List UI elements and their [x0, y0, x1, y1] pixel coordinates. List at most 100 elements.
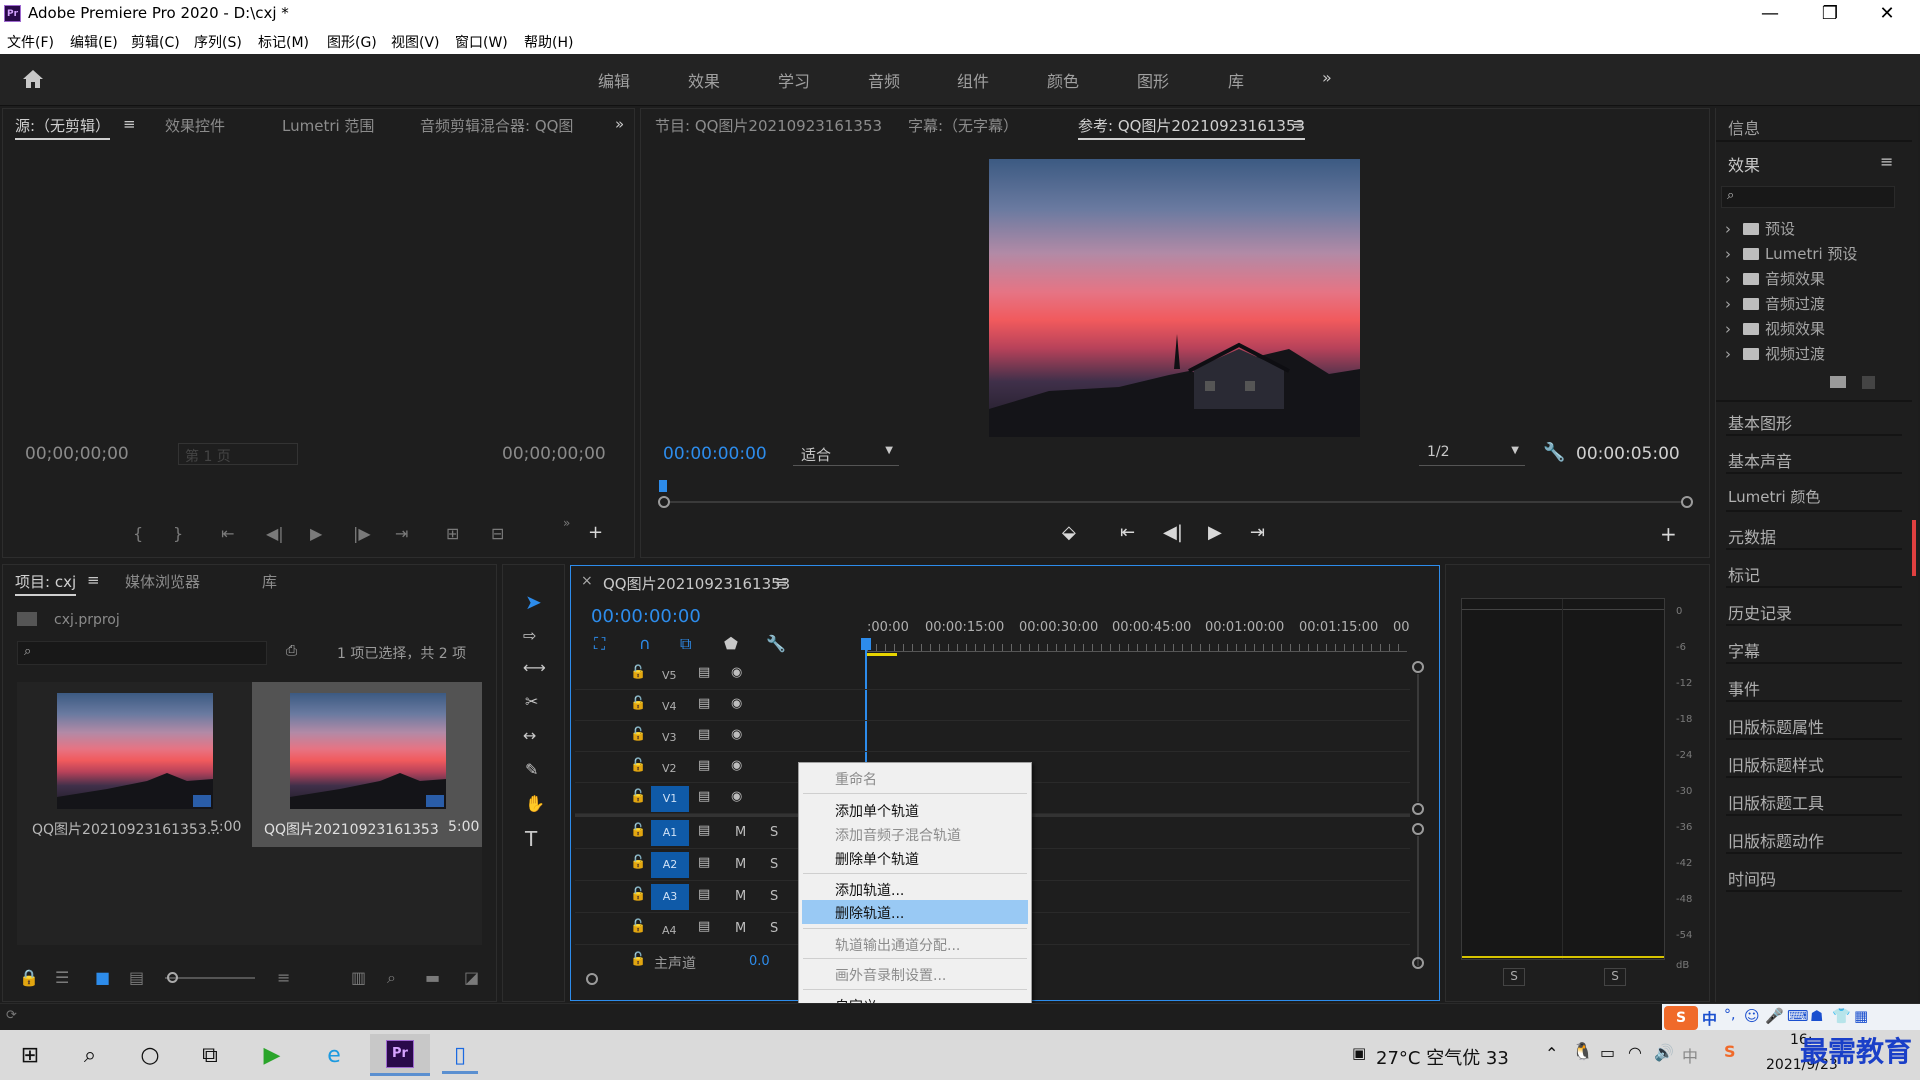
right-panel-scrollbar[interactable] — [1912, 520, 1916, 576]
panel-timecode[interactable]: 时间码 — [1726, 860, 1902, 892]
tab-libraries[interactable]: 库 — [262, 571, 277, 592]
tab-effect-controls[interactable]: 效果控件 — [165, 115, 225, 136]
workspace-audio[interactable]: 音频 — [868, 68, 900, 92]
qq-tray-icon[interactable]: 🐧 — [1572, 1042, 1593, 1062]
toolbox-icon[interactable]: ▦ — [1854, 1007, 1868, 1025]
tray-ime-mode[interactable]: 中 — [1682, 1043, 1698, 1067]
panel-captions[interactable]: 字幕 — [1726, 632, 1902, 664]
source-tab-menu-icon[interactable]: ≡ — [123, 115, 136, 133]
ripple-edit-tool-icon[interactable]: ⟷ — [523, 658, 546, 677]
meter-solo-right-button[interactable]: S — [1604, 968, 1626, 986]
source-patch-v1[interactable]: V1 — [651, 786, 689, 812]
overwrite-icon[interactable]: ⊟ — [491, 524, 504, 543]
timeline-vertical-scroll[interactable] — [1412, 660, 1424, 970]
solo-button[interactable]: S — [770, 857, 778, 872]
panel-legacy-title-styles[interactable]: 旧版标题样式 — [1726, 746, 1902, 778]
timeline-settings-wrench-icon[interactable]: 🔧 — [766, 634, 786, 653]
menu-marker[interactable]: 标记(M) — [258, 32, 309, 52]
linked-selection-icon[interactable]: ⧉ — [680, 634, 691, 654]
menu-sequence[interactable]: 序列(S) — [194, 32, 242, 52]
scroll-handle-bottom[interactable] — [1412, 803, 1424, 815]
zoom-slider[interactable] — [165, 977, 255, 979]
tab-media-browser[interactable]: 媒体浏览器 — [125, 571, 200, 592]
effects-tree-item[interactable]: › Lumetri 预设 — [1725, 243, 1857, 264]
source-patch-a2[interactable]: A2 — [651, 852, 689, 878]
scrub-end-handle[interactable] — [1681, 496, 1693, 508]
menu-file[interactable]: 文件(F) — [7, 32, 54, 52]
go-to-out-icon[interactable]: ⇥ — [395, 524, 408, 543]
menu-edit[interactable]: 编辑(E) — [70, 32, 118, 52]
workspaces-more-button[interactable]: » — [1322, 68, 1332, 87]
pen-tool-icon[interactable]: ✎ — [525, 760, 538, 779]
scroll-handle-top[interactable] — [1412, 661, 1424, 673]
icon-view-icon[interactable]: ■ — [95, 968, 110, 987]
razor-tool-icon[interactable]: ✂ — [525, 692, 538, 711]
work-area-bar[interactable] — [867, 653, 897, 656]
step-back-icon[interactable]: ◀| — [266, 524, 284, 543]
timeline-horizontal-scroll-handle[interactable] — [586, 973, 598, 985]
menu-item-add-tracks[interactable]: 添加轨道... — [835, 880, 904, 900]
task-view-icon[interactable]: ⧉ — [192, 1038, 228, 1074]
lock-icon[interactable]: 🔓 — [630, 855, 646, 870]
emoji-icon[interactable]: ☺ — [1744, 1007, 1760, 1025]
automate-to-sequence-icon[interactable]: ▥ — [351, 968, 366, 987]
workspace-graphics[interactable]: 图形 — [1137, 68, 1169, 92]
source-timecode-in[interactable]: 00;00;00;00 — [25, 444, 129, 464]
selection-tool-icon[interactable]: ➤ — [525, 590, 542, 614]
panel-legacy-title-properties[interactable]: 旧版标题属性 — [1726, 708, 1902, 740]
eye-icon[interactable]: ◉ — [731, 696, 742, 711]
source-more-controls-icon[interactable]: » — [563, 516, 570, 530]
effects-tree-item[interactable]: › 视频效果 — [1725, 318, 1825, 339]
mark-in-icon[interactable]: { — [133, 524, 143, 543]
tab-audio-clip-mixer[interactable]: 音频剪辑混合器: QQ图 — [420, 115, 573, 136]
lock-icon[interactable]: 🔓 — [630, 952, 646, 967]
workspace-assembly[interactable]: 组件 — [957, 68, 989, 92]
list-view-icon[interactable]: ☰ — [55, 968, 69, 987]
mute-button[interactable]: M — [735, 921, 746, 936]
workspace-libraries[interactable]: 库 — [1228, 68, 1244, 92]
weather-icon[interactable]: ▣ — [1352, 1044, 1366, 1062]
voice-icon[interactable]: 🎤 — [1765, 1007, 1784, 1025]
home-icon[interactable] — [20, 67, 46, 91]
eye-icon[interactable]: ◉ — [731, 758, 742, 773]
tab-captions[interactable]: 字幕:（无字幕） — [908, 115, 1018, 136]
close-window-button[interactable]: ✕ — [1862, 2, 1912, 26]
menu-clip[interactable]: 剪辑(C) — [131, 32, 180, 52]
program-fit-dropdown[interactable]: 适合 ▼ — [793, 442, 899, 466]
premiere-taskbar-button[interactable]: Pr — [370, 1034, 430, 1076]
eye-icon[interactable]: ◉ — [731, 789, 742, 804]
nest-icon[interactable]: ⛶ — [594, 634, 605, 654]
menu-item-rename[interactable]: 重命名 — [835, 769, 877, 789]
scroll-handle-bottom[interactable] — [1412, 957, 1424, 969]
source-patch-a1[interactable]: A1 — [651, 820, 689, 846]
snap-magnet-icon[interactable]: ∩ — [639, 634, 651, 653]
source-add-button-icon[interactable]: + — [588, 522, 603, 543]
lock-icon[interactable]: 🔓 — [630, 696, 646, 711]
workspace-effects[interactable]: 效果 — [688, 68, 720, 92]
new-bin-icon[interactable]: ▬ — [425, 968, 440, 987]
solo-button[interactable]: S — [770, 921, 778, 936]
panel-legacy-title-tools[interactable]: 旧版标题工具 — [1726, 784, 1902, 816]
search-icon[interactable]: ⌕ — [72, 1038, 108, 1074]
menu-item-delete-single-track[interactable]: 删除单个轨道 — [835, 849, 919, 869]
weather-status[interactable]: 27°C 空气优 33 — [1376, 1044, 1509, 1070]
timeline-sequence-tab[interactable]: QQ图片20210923161353 — [603, 573, 790, 594]
panel-metadata[interactable]: 元数据 — [1726, 518, 1902, 550]
solo-button[interactable]: S — [770, 889, 778, 904]
minimize-button[interactable]: — — [1745, 2, 1795, 26]
eye-icon[interactable]: ◉ — [731, 665, 742, 680]
project-item[interactable]: QQ图片20210923161353... 5:00 — [19, 682, 249, 847]
video-track-row[interactable]: 🔓 V5 ▤ ◉ — [575, 660, 1410, 690]
sync-lock-icon[interactable]: ▤ — [698, 919, 710, 934]
menu-view[interactable]: 视图(V) — [391, 32, 440, 52]
program-resolution-dropdown[interactable]: 1/2 ▼ — [1419, 442, 1525, 466]
lock-icon[interactable]: 🔓 — [630, 887, 646, 902]
program-scrub-bar[interactable] — [658, 480, 1693, 508]
mute-button[interactable]: M — [735, 857, 746, 872]
go-to-out-icon[interactable]: ⇥ — [1250, 522, 1265, 543]
effects-search-input[interactable]: ⌕ — [1721, 186, 1895, 208]
project-item-selected[interactable]: QQ图片20210923161353 5:00 — [252, 682, 482, 847]
program-add-button[interactable]: + — [1660, 522, 1677, 546]
slip-tool-icon[interactable]: ↔ — [523, 726, 536, 745]
playhead-marker[interactable] — [659, 480, 667, 492]
